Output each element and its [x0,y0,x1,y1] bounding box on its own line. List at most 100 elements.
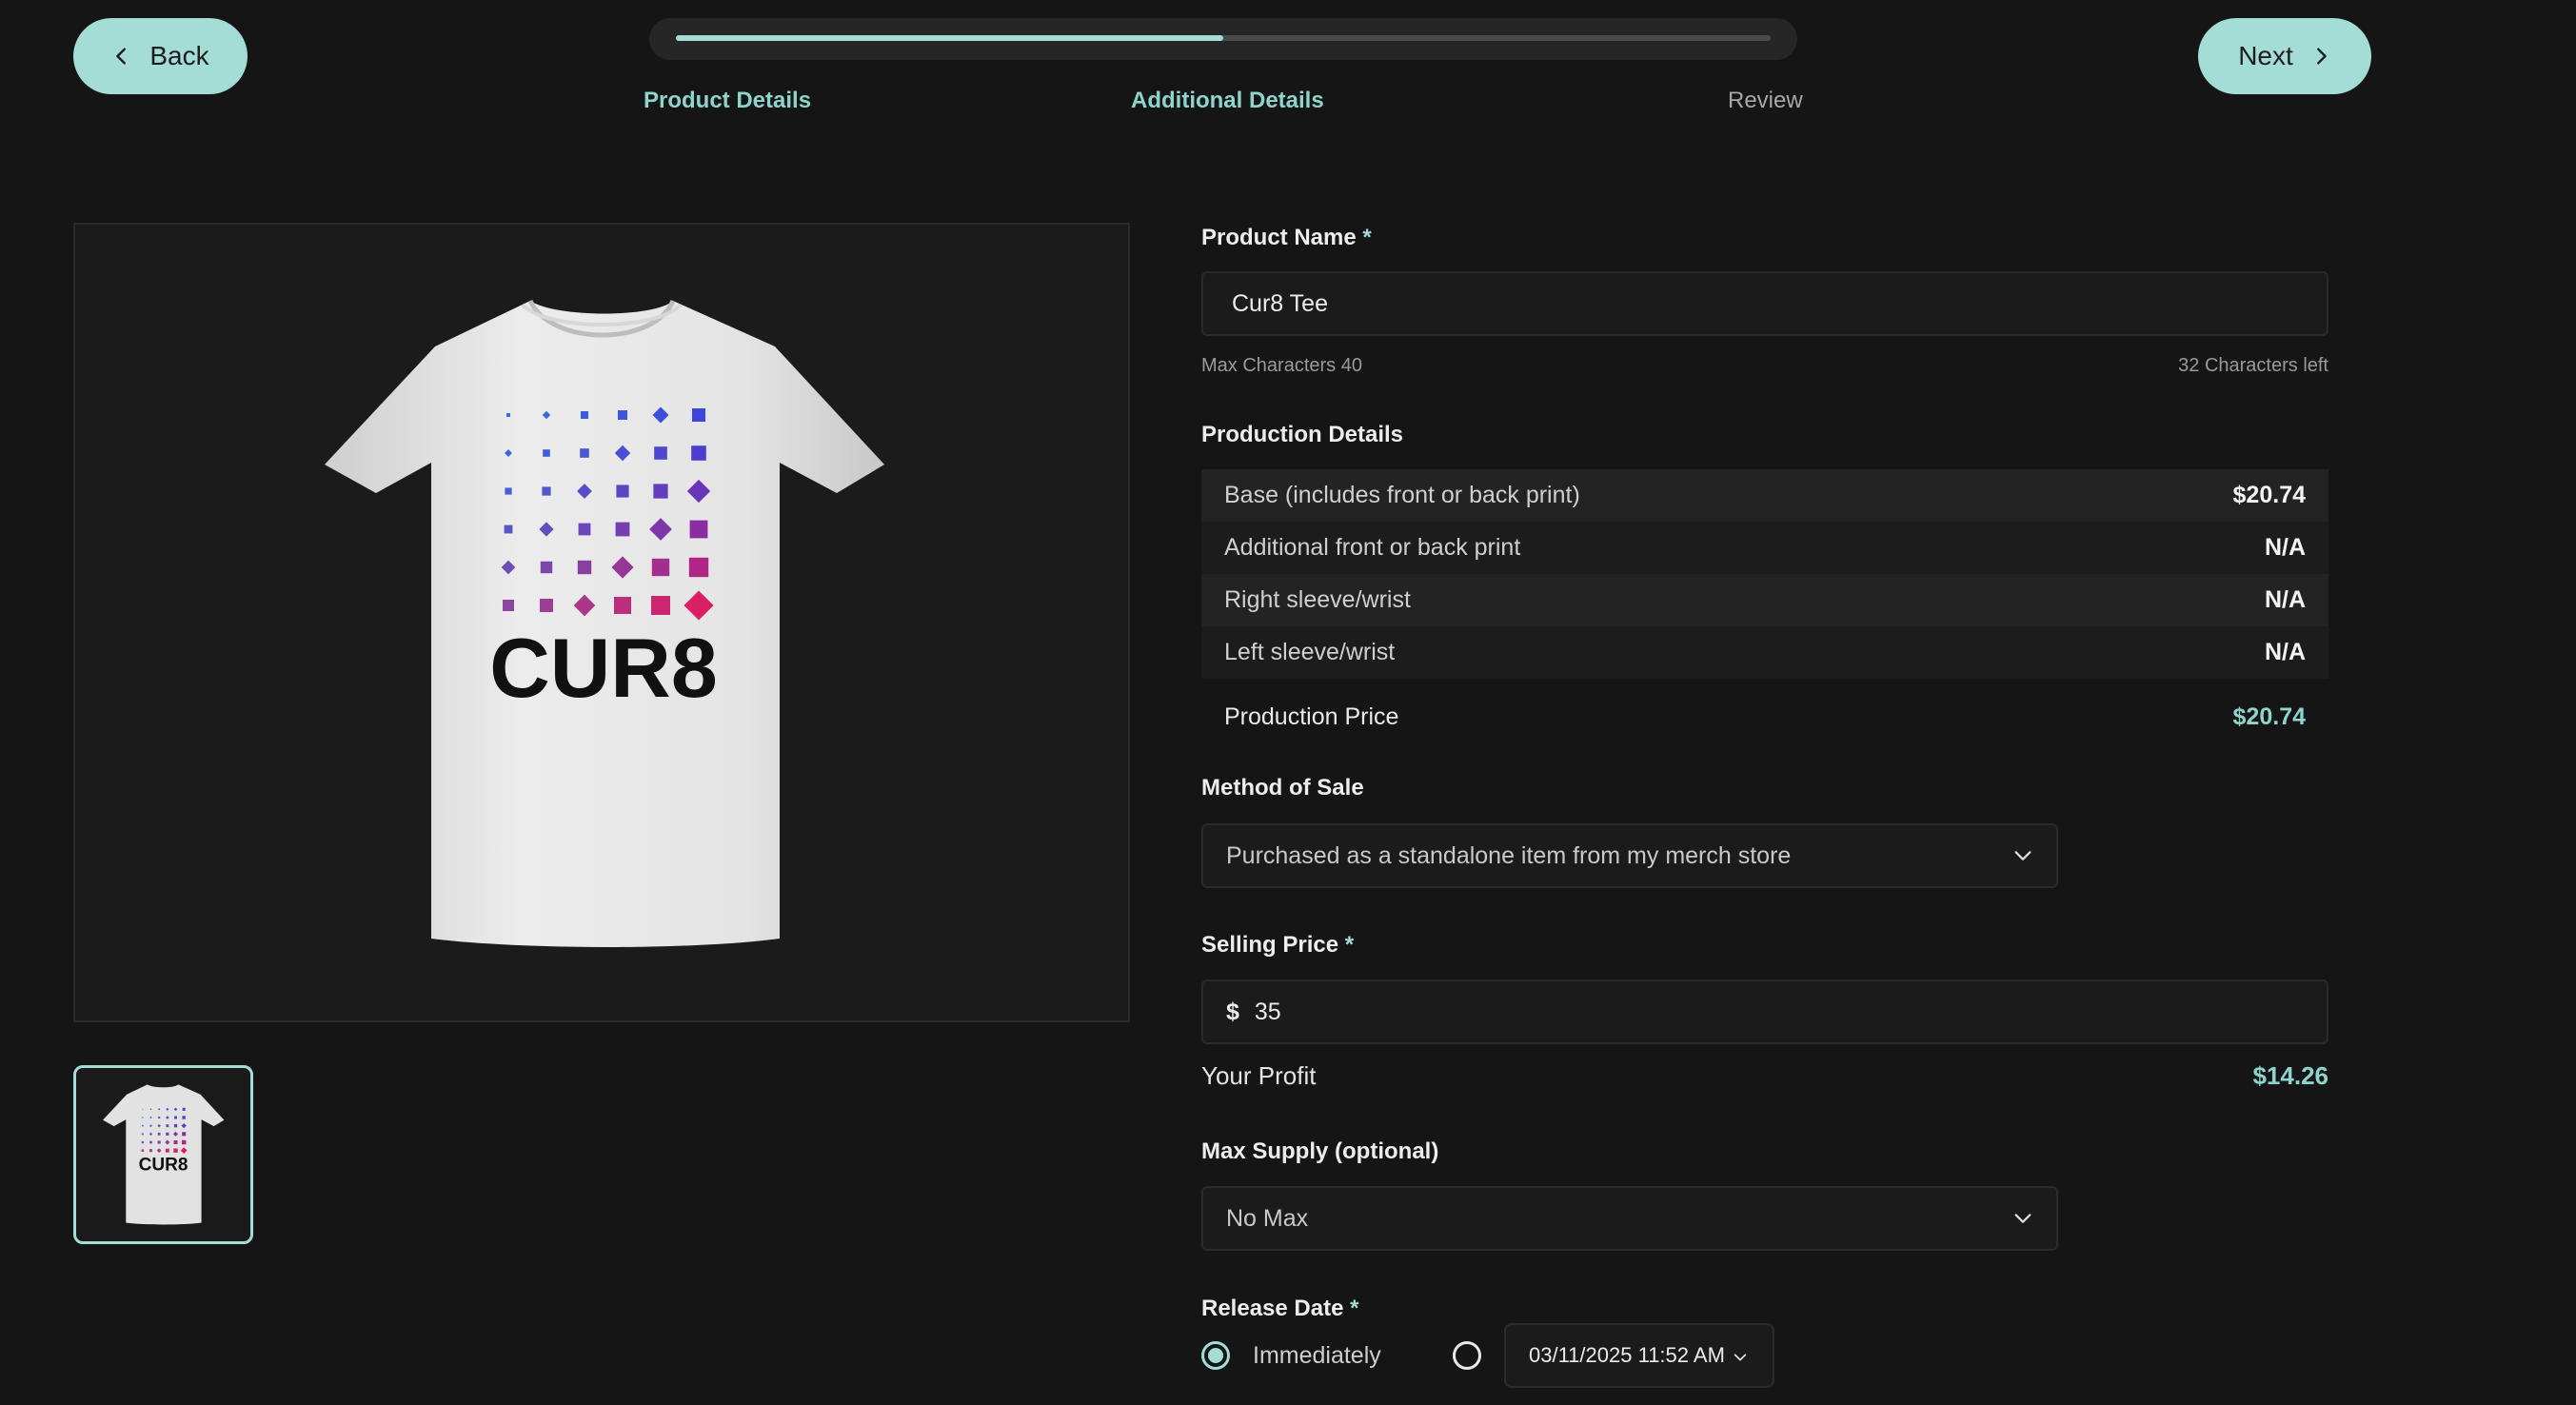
print-square [691,445,706,461]
print-square [181,1139,187,1145]
characters-left-note: 32 Characters left [2178,355,2328,376]
print-square [654,446,667,460]
release-date-value: 03/11/2025 11:52 AM [1529,1343,1725,1367]
print-square [174,1116,177,1119]
print-square [651,558,670,577]
release-scheduled-radio[interactable] [1453,1341,1481,1370]
selling-price-input[interactable]: $ 35 [1201,980,2328,1044]
release-date-label: Release Date * [1201,1296,1358,1322]
production-price-row: Production Price $20.74 [1201,693,2328,741]
print-square [166,1124,169,1128]
required-mark: * [1350,1296,1359,1321]
print-square [158,1108,161,1111]
release-immediately-label[interactable]: Immediately [1253,1342,1381,1370]
row-value: N/A [2264,586,2306,613]
progress-fill [676,35,1223,41]
step-additional-details[interactable]: Additional Details [1131,88,1324,114]
print-square [142,1108,144,1110]
print-square [149,1124,152,1127]
product-name-label: Product Name * [1201,225,1372,251]
print-square [141,1149,145,1152]
step-review[interactable]: Review [1728,88,1803,114]
row-value: N/A [2264,639,2306,665]
chevron-down-icon [2014,851,2031,861]
print-square [615,522,630,537]
print-square [614,597,631,614]
chevron-left-icon [116,48,127,65]
print-square [504,524,513,534]
print-square [157,1132,161,1136]
max-supply-select[interactable]: No Max [1201,1186,2058,1251]
product-name-value: Cur8 Tee [1232,289,1328,317]
product-thumbnail[interactable]: CUR8 [73,1065,253,1244]
row-name: Left sleeve/wrist [1224,639,1396,665]
print-square [166,1132,169,1136]
table-row: Additional front or back print N/A [1201,522,2328,574]
currency-symbol: $ [1226,998,1239,1025]
step-product-details[interactable]: Product Details [644,88,811,114]
print-square [182,1132,187,1137]
print-square [506,413,510,417]
your-profit-value: $14.26 [2252,1061,2328,1090]
method-of-sale-select[interactable]: Purchased as a standalone item from my m… [1201,823,2058,888]
print-square [157,1140,161,1144]
next-button[interactable]: Next [2198,18,2371,94]
your-profit-row: Your Profit $14.26 [1201,1061,2328,1091]
print-square [616,485,629,498]
production-details-table: Base (includes front or back print) $20.… [1201,469,2328,679]
next-button-label: Next [2238,41,2293,70]
print-square [651,596,670,615]
tshirt-mockup-image: CUR8 [325,299,884,947]
release-date-picker[interactable]: 03/11/2025 11:52 AM [1504,1323,1774,1388]
thumbnail-print-text: CUR8 [139,1155,188,1175]
table-row: Left sleeve/wrist N/A [1201,626,2328,679]
back-button-label: Back [149,41,209,70]
max-supply-label: Max Supply (optional) [1201,1138,1439,1164]
selling-price-label-text: Selling Price [1201,932,1339,958]
product-image-preview: CUR8 [73,223,1130,1022]
max-supply-value: No Max [1226,1204,1309,1232]
method-of-sale-label: Method of Sale [1201,775,1364,801]
print-square [542,486,551,496]
progress-track-line [676,35,1771,41]
table-row: Base (includes front or back print) $20.… [1201,469,2328,522]
print-square [173,1140,178,1144]
print-square [540,561,553,574]
print-square [149,1149,153,1153]
method-of-sale-value: Purchased as a standalone item from my m… [1226,841,1792,869]
print-square [688,557,709,578]
release-immediately-radio[interactable] [1201,1341,1230,1370]
required-mark: * [1344,932,1355,958]
print-square [543,449,550,457]
chevron-down-icon [1734,1354,1747,1361]
print-square [142,1124,144,1127]
print-square [692,408,705,422]
chevron-right-icon [2316,48,2327,65]
release-date-label-text: Release Date [1201,1296,1344,1321]
print-square [578,523,591,536]
print-square [618,410,627,420]
print-square [505,487,512,495]
selling-price-value: 35 [1254,998,1281,1025]
product-name-input[interactable]: Cur8 Tee [1201,271,2328,336]
required-mark: * [1362,225,1372,250]
back-button[interactable]: Back [73,18,248,94]
row-value: N/A [2264,534,2306,561]
row-value: $20.74 [2232,482,2306,508]
print-square [580,448,589,458]
print-square [577,560,592,575]
row-name: Right sleeve/wrist [1224,586,1411,613]
print-square [158,1116,161,1119]
shirt-print-text: CUR8 [489,621,718,715]
production-price-label: Production Price [1224,702,1399,730]
print-square [149,1117,152,1118]
max-characters-note: Max Characters 40 [1201,355,1362,376]
table-row: Right sleeve/wrist N/A [1201,574,2328,626]
print-square [166,1108,168,1111]
print-square [653,484,668,499]
production-price-value: $20.74 [2232,702,2306,730]
your-profit-label: Your Profit [1201,1061,1317,1090]
row-name: Additional front or back print [1224,534,1521,561]
selling-price-label: Selling Price * [1201,932,1354,959]
print-square [503,600,514,611]
